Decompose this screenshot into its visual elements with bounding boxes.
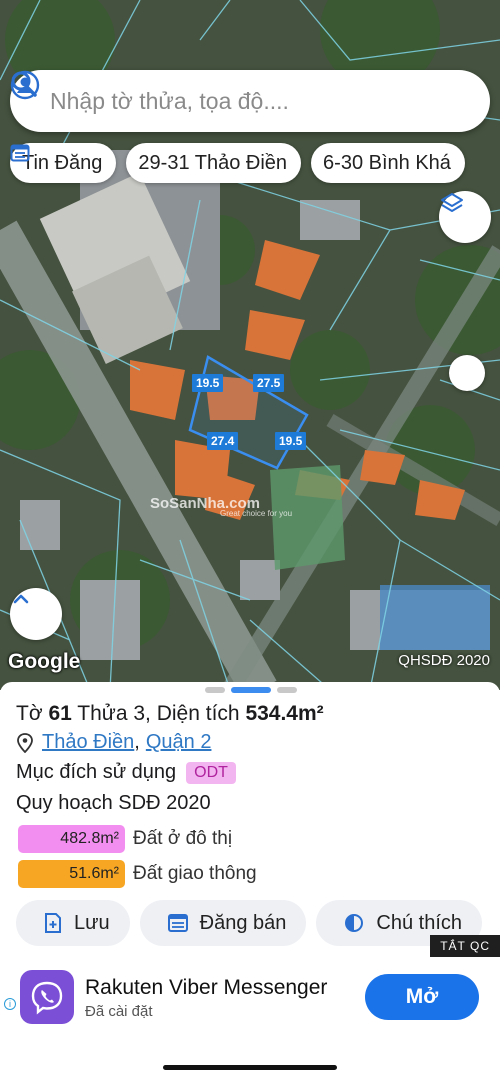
ad-banner[interactable]: i Rakuten Viber Messenger Đã cài đặt Mở xyxy=(0,968,500,1038)
parcel-location: Thảo Điền , Quận 2 xyxy=(16,731,211,754)
legend-contrast-icon xyxy=(345,914,364,932)
sheet-handle[interactable] xyxy=(205,687,297,693)
usage-code-badge: ODT xyxy=(186,761,236,784)
open-app-button[interactable]: Mở xyxy=(365,974,479,1020)
separator: , xyxy=(134,731,140,753)
save-button[interactable]: Lưu xyxy=(16,900,130,946)
ad-app-status: Đã cài đặt xyxy=(85,1003,153,1020)
parcel-edge-label: 27.5 xyxy=(253,374,285,392)
chip-label: Tin Đăng xyxy=(22,151,103,174)
search-bar xyxy=(10,70,490,132)
location-pin-icon xyxy=(17,732,33,753)
expand-button[interactable] xyxy=(10,588,62,640)
post-list-icon xyxy=(167,914,188,932)
zone-row: 51.6m² Đất giao thông xyxy=(18,860,257,888)
layers-icon xyxy=(441,193,463,212)
parcel-edge-label: 19.5 xyxy=(192,374,224,392)
chip-label: 29-31 Thảo Điền xyxy=(138,151,288,174)
search-icon[interactable] xyxy=(10,70,38,98)
google-logo: Google xyxy=(8,650,81,673)
chip-recent-location[interactable]: 6-30 Bình Khá xyxy=(311,143,465,183)
land-usage: Mục đích sử dụng ODT xyxy=(16,761,236,784)
post-for-sale-button[interactable]: Đăng bán xyxy=(139,900,307,946)
parcel-info-sheet: Tờ 61 Thửa 3, Diện tích 534.4m² Thảo Điề… xyxy=(0,682,500,1080)
action-bar: Lưu Đăng bán Chú thích xyxy=(16,900,482,946)
ad-app-name: Rakuten Viber Messenger xyxy=(85,976,328,999)
map-side-handle[interactable] xyxy=(449,355,485,391)
parcel-edge-label: 19.5 xyxy=(275,432,307,450)
plan-heading: Quy hoạch SDĐ 2020 xyxy=(16,792,211,814)
quick-chips: Tin Đăng 29-31 Thảo Điền 6-30 Bình Khá xyxy=(10,143,465,183)
map-source-label: QHSDĐ 2020 xyxy=(398,652,490,669)
search-input[interactable] xyxy=(50,87,472,115)
zone-label: Đất ở đô thị xyxy=(133,828,233,849)
home-indicator xyxy=(163,1065,337,1070)
zone-area-badge: 51.6m² xyxy=(18,860,125,888)
hide-ad-button[interactable]: TẮT QC xyxy=(430,935,500,957)
parcel-edge-label: 27.4 xyxy=(207,432,239,450)
layers-button[interactable] xyxy=(439,191,491,243)
chip-label: 6-30 Bình Khá xyxy=(323,151,451,174)
save-add-icon xyxy=(45,913,61,933)
zone-label: Đất giao thông xyxy=(133,863,257,884)
parcel-title: Tờ 61 Thửa 3, Diện tích 534.4m² xyxy=(16,702,324,725)
ad-info-icon[interactable]: i xyxy=(4,998,16,1010)
watermark: SoSanNha.com Great choice for you xyxy=(150,495,293,518)
district-link[interactable]: Quận 2 xyxy=(146,731,212,754)
chip-recent-location[interactable]: 29-31 Thảo Điền xyxy=(126,143,302,183)
viber-app-icon xyxy=(20,970,74,1024)
zone-row: 482.8m² Đất ở đô thị xyxy=(18,825,232,853)
zone-area-badge: 482.8m² xyxy=(18,825,125,853)
list-icon xyxy=(10,144,30,162)
ward-link[interactable]: Thảo Điền xyxy=(42,731,134,754)
chevron-up-icon xyxy=(13,594,29,604)
satellite-map[interactable]: 19.5 27.5 27.4 19.5 SoSanNha.com Great c… xyxy=(0,0,500,690)
chip-listings[interactable]: Tin Đăng xyxy=(10,143,117,183)
